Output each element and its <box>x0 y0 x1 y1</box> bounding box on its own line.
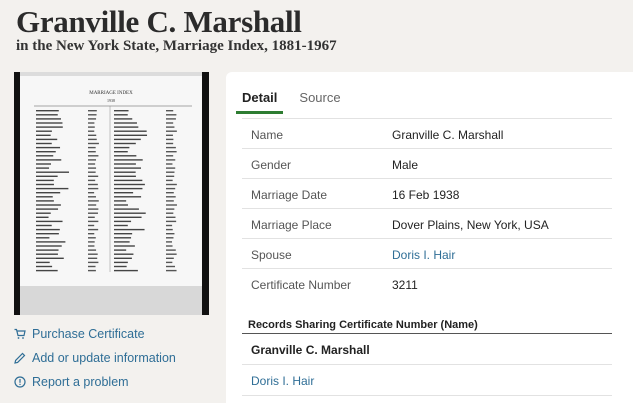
detail-key: Marriage Place <box>251 218 332 232</box>
detail-value: Dover Plains, New York, USA <box>392 218 549 232</box>
alert-icon <box>14 376 26 388</box>
tab-detail[interactable]: Detail <box>236 84 284 114</box>
page-title: Granville C. Marshall <box>16 4 302 39</box>
detail-value: Male <box>392 158 419 172</box>
shared-records-list: Granville C. Marshall Doris I. Hair <box>242 334 612 396</box>
add-update-info-link[interactable]: Add or update information <box>14 346 176 370</box>
detail-value: 3211 <box>392 278 418 292</box>
detail-key: Spouse <box>251 248 292 262</box>
detail-row-marriage-date: Marriage Date 16 Feb 1938 <box>242 178 612 208</box>
shared-record-row: Doris I. Hair <box>242 365 612 396</box>
cart-icon <box>14 328 26 340</box>
shared-record-row: Granville C. Marshall <box>242 334 612 365</box>
purchase-certificate-link[interactable]: Purchase Certificate <box>14 322 176 346</box>
detail-row-name: Name Granville C. Marshall <box>242 118 612 148</box>
detail-table: Name Granville C. Marshall Gender Male M… <box>242 118 612 298</box>
shared-records-heading: Records Sharing Certificate Number (Name… <box>242 319 612 334</box>
purchase-certificate-label: Purchase Certificate <box>32 327 145 341</box>
detail-value: Granville C. Marshall <box>392 128 504 142</box>
shared-record-name: Granville C. Marshall <box>251 343 370 357</box>
detail-key: Gender <box>251 158 292 172</box>
thumbnail-year: 1938 <box>107 98 115 103</box>
spouse-link[interactable]: Doris I. Hair <box>392 248 455 262</box>
report-problem-link[interactable]: Report a problem <box>14 370 176 394</box>
detail-value: 16 Feb 1938 <box>392 188 460 202</box>
detail-row-certificate-number: Certificate Number 3211 <box>242 268 612 298</box>
detail-key: Marriage Date <box>251 188 328 202</box>
shared-record-link[interactable]: Doris I. Hair <box>251 374 314 388</box>
detail-row-spouse: Spouse Doris I. Hair <box>242 238 612 268</box>
add-update-info-label: Add or update information <box>32 351 176 365</box>
page-subtitle: in the New York State, Marriage Index, 1… <box>16 38 337 54</box>
record-image-thumbnail[interactable]: MARRIAGE INDEX 1938 <box>14 72 209 315</box>
pencil-icon <box>14 352 26 364</box>
thumbnail-heading: MARRIAGE INDEX <box>89 91 133 96</box>
report-problem-label: Report a problem <box>32 375 129 389</box>
detail-tabs: Detail Source <box>236 84 357 114</box>
record-detail-panel: Detail Source Name Granville C. Marshall… <box>226 72 633 403</box>
detail-key: Name <box>251 128 284 142</box>
tab-source[interactable]: Source <box>299 84 340 111</box>
detail-row-gender: Gender Male <box>242 148 612 178</box>
detail-key: Certificate Number <box>251 278 352 292</box>
detail-row-marriage-place: Marriage Place Dover Plains, New York, U… <box>242 208 612 238</box>
record-actions: Purchase Certificate Add or update infor… <box>14 322 176 394</box>
